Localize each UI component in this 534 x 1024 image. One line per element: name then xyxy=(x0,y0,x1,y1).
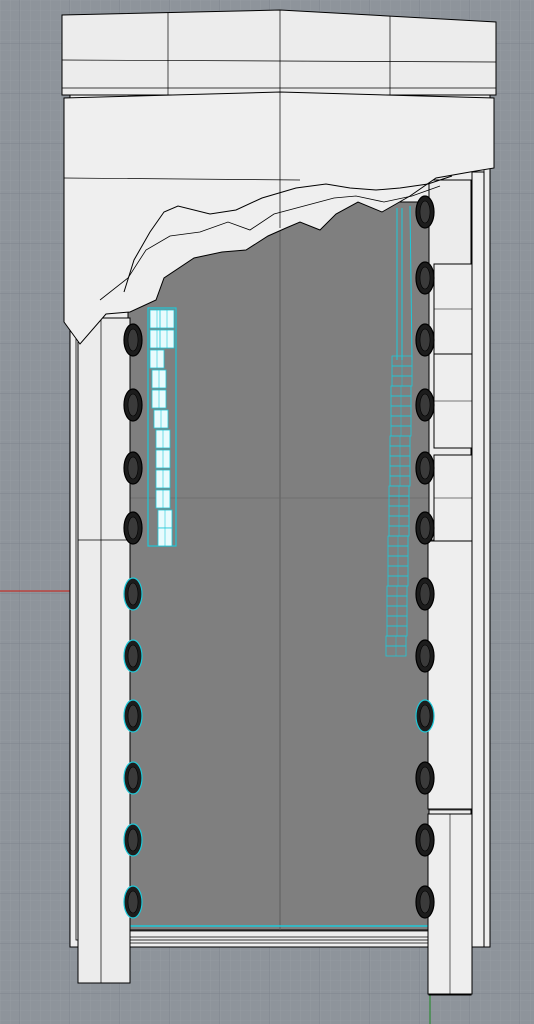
lid-top-cap[interactable] xyxy=(61,9,497,96)
bolt-head xyxy=(415,577,435,611)
bolt-head xyxy=(123,451,143,485)
bolt-head xyxy=(415,195,435,229)
bolt-head xyxy=(123,511,143,545)
bolt-head xyxy=(123,388,143,422)
bolt-head xyxy=(123,639,143,673)
cad-viewport[interactable] xyxy=(0,0,534,1024)
bolt-head xyxy=(415,261,435,295)
bolt-head xyxy=(123,761,143,795)
bolt-head xyxy=(415,388,435,422)
right-post[interactable] xyxy=(471,171,485,948)
bolt-head xyxy=(123,699,143,733)
bolt-head xyxy=(123,323,143,357)
bolt-head xyxy=(123,885,143,919)
model-canvas[interactable] xyxy=(0,0,534,1024)
block[interactable] xyxy=(427,540,473,810)
bolt-head xyxy=(415,823,435,857)
bolt-head xyxy=(415,511,435,545)
bolt-head xyxy=(415,451,435,485)
bolt-head xyxy=(415,639,435,673)
left-wall-column[interactable] xyxy=(77,317,131,984)
bolt-head xyxy=(415,699,435,733)
bolt-head xyxy=(415,885,435,919)
bolt-head xyxy=(123,823,143,857)
bolt-head xyxy=(123,577,143,611)
bolt-head xyxy=(415,323,435,357)
lid-top-face[interactable] xyxy=(61,9,497,96)
bolt-head xyxy=(415,761,435,795)
